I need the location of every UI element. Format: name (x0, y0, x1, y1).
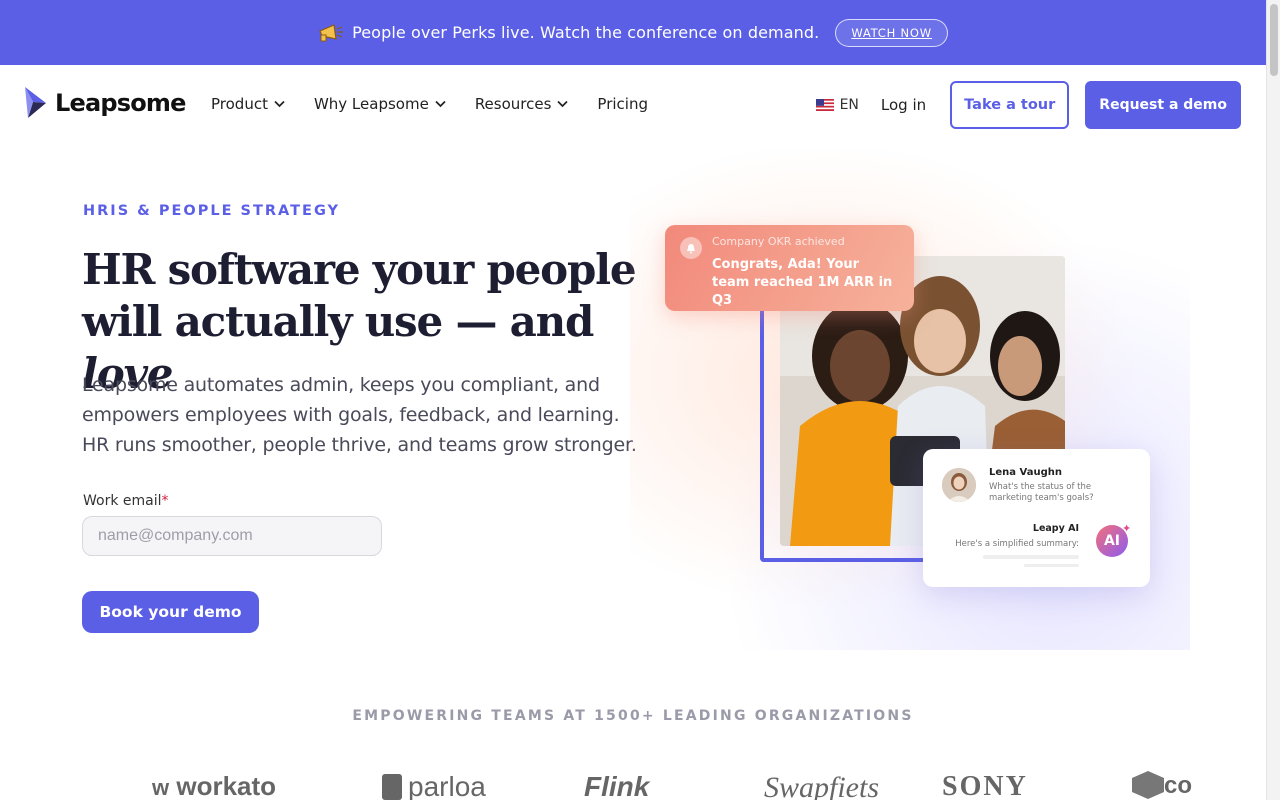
logo-swapfiets: Swapfiets (764, 771, 880, 800)
okr-notification-card: Company OKR achieved Congrats, Ada! Your… (665, 225, 914, 311)
announcement-message: People over Perks live. Watch the confer… (352, 23, 820, 42)
sparkle-icon: ✦ (1122, 522, 1132, 535)
logo-flink: Flink (584, 771, 650, 800)
okr-message: Congrats, Ada! Your team reached 1M ARR … (712, 257, 893, 308)
logo-partial-text: co (1164, 772, 1193, 799)
us-flag-icon (815, 99, 834, 111)
placeholder-line (983, 555, 1079, 559)
bell-icon (680, 237, 702, 259)
nav-item-label: Resources (474, 95, 552, 113)
language-label: EN (839, 97, 859, 113)
brand-logo[interactable]: Leapsome (24, 85, 186, 121)
language-selector[interactable]: EN (815, 97, 859, 113)
logo-partial: co (1132, 771, 1192, 800)
logo-workato: w workato (152, 771, 277, 800)
hero-eyebrow: HRIS & PEOPLE STRATEGY (83, 203, 341, 219)
chat-question: What's the status of the marketing team'… (989, 482, 1094, 503)
chevron-down-icon (435, 100, 446, 108)
ai-chat-card: Lena Vaughn What's the status of the mar… (923, 449, 1150, 587)
nav-menu: Product Why Leapsome Resources Pricing (211, 95, 677, 113)
nav-item-product[interactable]: Product (211, 95, 285, 113)
chevron-down-icon (274, 100, 285, 108)
nav-item-why-leapsome[interactable]: Why Leapsome (314, 95, 446, 113)
nav-item-label: Product (211, 95, 268, 113)
brand-name: Leapsome (55, 89, 186, 117)
login-link[interactable]: Log in (881, 96, 926, 114)
hero-subtitle: Leapsome automates admin, keeps you comp… (82, 374, 637, 456)
customer-logos: w workato parloa Flink Swapfiets SONY co (0, 765, 1266, 800)
announcement-bar: People over Perks live. Watch the confer… (0, 0, 1266, 65)
required-marker: * (161, 493, 169, 509)
scrollbar[interactable] (1266, 0, 1280, 800)
take-tour-button[interactable]: Take a tour (950, 81, 1070, 129)
nav-item-label: Pricing (597, 95, 648, 113)
logo-workato-text: workato (176, 771, 277, 800)
ai-name: Leapy AI (1032, 523, 1079, 534)
nav-item-pricing[interactable]: Pricing (597, 95, 648, 113)
work-email-input[interactable] (82, 516, 382, 556)
scrollbar-thumb[interactable] (1270, 4, 1278, 76)
email-label: Work email* (83, 493, 169, 509)
logos-heading: EMPOWERING TEAMS AT 1500+ LEADING ORGANI… (352, 708, 914, 724)
chevron-down-icon (557, 100, 569, 108)
book-demo-button[interactable]: Book your demo (82, 591, 259, 633)
request-demo-button[interactable]: Request a demo (1085, 81, 1241, 129)
okr-small-text: Company OKR achieved (712, 235, 845, 248)
watch-now-button[interactable]: WATCH NOW (835, 18, 948, 47)
nav-actions: EN Log in Take a tour Request a demo (815, 81, 1241, 129)
nav-item-label: Why Leapsome (313, 95, 429, 113)
main-nav: Leapsome Product Why Leapsome Resources … (0, 65, 1266, 145)
avatar (942, 468, 976, 502)
ai-message: Here's a simplified summary: (955, 539, 1079, 549)
megaphone-icon (319, 23, 344, 41)
chat-user-name: Lena Vaughn (989, 467, 1062, 478)
logo-parloa-text: parloa (408, 771, 486, 800)
logo-parloa: parloa (382, 771, 486, 800)
logo-sony: SONY (942, 771, 1028, 800)
leapsome-logo-icon (25, 87, 46, 118)
placeholder-line (1024, 564, 1079, 567)
nav-item-resources[interactable]: Resources (475, 95, 569, 113)
headline-line-2: will actually use — and (82, 297, 594, 346)
email-label-text: Work email (83, 493, 162, 509)
headline-line-1: HR software your people (82, 245, 637, 294)
